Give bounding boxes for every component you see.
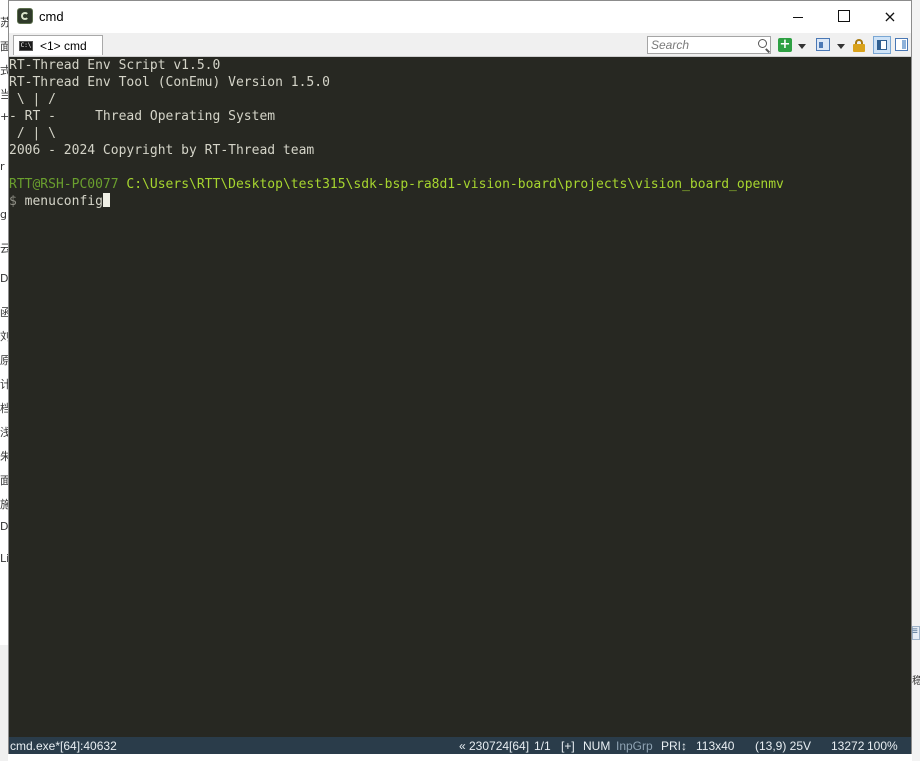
console-line: RT-Thread Env Tool (ConEmu) Version 1.5.… <box>9 75 330 90</box>
status-buffer[interactable]: « 230724[64] <box>459 739 529 753</box>
prompt-path: C:\Users\RTT\Desktop\test315\sdk-bsp-ra8… <box>118 177 784 192</box>
search-input[interactable]: Search <box>647 36 771 54</box>
search-placeholder: Search <box>651 38 690 52</box>
bg-glyph: 施 <box>0 498 8 511</box>
bg-glyph: 当 <box>0 88 8 101</box>
search-icon[interactable] <box>758 39 767 48</box>
prompt-user: RTT@RSH-PC0077 <box>9 177 119 192</box>
background-window-right: ≡ 稳 <box>912 0 920 761</box>
bg-glyph: 面 <box>0 40 8 53</box>
status-inpgrp: InpGrp <box>616 739 653 753</box>
close-icon: × <box>883 6 897 26</box>
lock-body <box>853 44 865 52</box>
bg-glyph: DU <box>0 520 8 533</box>
status-zoom[interactable]: 100% <box>867 739 898 753</box>
conemu-app-icon[interactable] <box>17 8 33 24</box>
console-line: \ | / <box>9 92 56 107</box>
split-layout-icon[interactable] <box>873 36 891 54</box>
bg-glyph: 计 <box>0 378 8 391</box>
window-title: cmd <box>39 9 64 24</box>
status-cursor: (13,9) 25V <box>755 739 812 753</box>
minimize-icon <box>793 16 803 18</box>
minimize-button[interactable] <box>775 1 821 31</box>
new-console-icon[interactable]: + <box>778 38 792 52</box>
bg-glyph: 刘 <box>0 330 8 343</box>
status-process[interactable]: cmd.exe*[64]:40632 <box>10 739 117 753</box>
status-num: NUM <box>583 739 611 753</box>
bg-glyph: 面 <box>0 474 8 487</box>
cmd-icon: C:\ <box>19 40 33 51</box>
command-line[interactable]: $ menuconfig <box>9 193 110 210</box>
maximize-icon <box>838 10 850 22</box>
lock-icon[interactable] <box>853 39 865 52</box>
tab-cmd[interactable]: C:\ <1> cmd <box>13 35 103 55</box>
new-console-dropdown-icon[interactable] <box>798 44 806 49</box>
bg-glyph: 原 <box>0 354 8 367</box>
bg-glyph: +- <box>0 110 8 123</box>
console-line: RT-Thread Env Script v1.5.0 <box>9 58 221 73</box>
bg-glyph: ≡ <box>912 626 918 637</box>
bg-glyph: 档 <box>0 402 8 415</box>
console-line: 2006 - 2024 Copyright by RT-Thread team <box>9 143 315 158</box>
prompt-sign: $ <box>9 194 17 209</box>
bg-glyph: r <box>0 160 5 173</box>
status-bar: cmd.exe*[64]:40632 « 230724[64] 1/1 [+] … <box>9 737 911 754</box>
status-page: 1/1 <box>534 739 551 753</box>
close-button[interactable]: × <box>867 1 913 31</box>
status-size: 113x40 <box>696 739 735 753</box>
bg-glyph: 式 <box>0 64 8 77</box>
status-pid: 13272 <box>831 739 865 753</box>
bg-glyph: 云 <box>0 242 8 255</box>
maximize-button[interactable] <box>821 1 867 31</box>
prompt-line: RTT@RSH-PC0077 C:\Users\RTT\Desktop\test… <box>9 176 784 193</box>
status-plus[interactable]: [+] <box>561 739 575 753</box>
bg-glyph: 浅 <box>0 426 8 439</box>
bg-glyph: 朱 <box>0 450 8 463</box>
bg-glyph: g <box>0 208 7 221</box>
background-window-bottom <box>0 645 8 761</box>
title-bar[interactable]: cmd × <box>9 1 911 33</box>
panel-dropdown-icon[interactable] <box>837 44 845 49</box>
command-text: menuconfig <box>16 194 103 209</box>
status-pri[interactable]: PRI↕ <box>661 739 687 753</box>
tab-bar: C:\ <1> cmd Search + <box>9 33 911 57</box>
bg-glyph: 苏 <box>0 16 8 29</box>
tab-label: <1> cmd <box>40 38 87 53</box>
text-cursor <box>102 193 110 207</box>
panel-icon[interactable] <box>816 38 830 51</box>
bg-glyph: Dr <box>0 272 8 285</box>
bg-glyph: 稳 <box>912 676 920 687</box>
console-line: / | \ <box>9 126 56 141</box>
conemu-window: cmd × C:\ <1> cmd Search + RT-Thread Env… <box>8 0 912 754</box>
console-output[interactable]: RT-Thread Env Script v1.5.0 RT-Thread En… <box>9 57 911 737</box>
bg-glyph: Lin <box>0 552 8 565</box>
toggle-panel-icon[interactable] <box>895 38 908 51</box>
console-line: - RT - Thread Operating System <box>9 109 276 124</box>
bg-glyph: 函 <box>0 306 8 319</box>
